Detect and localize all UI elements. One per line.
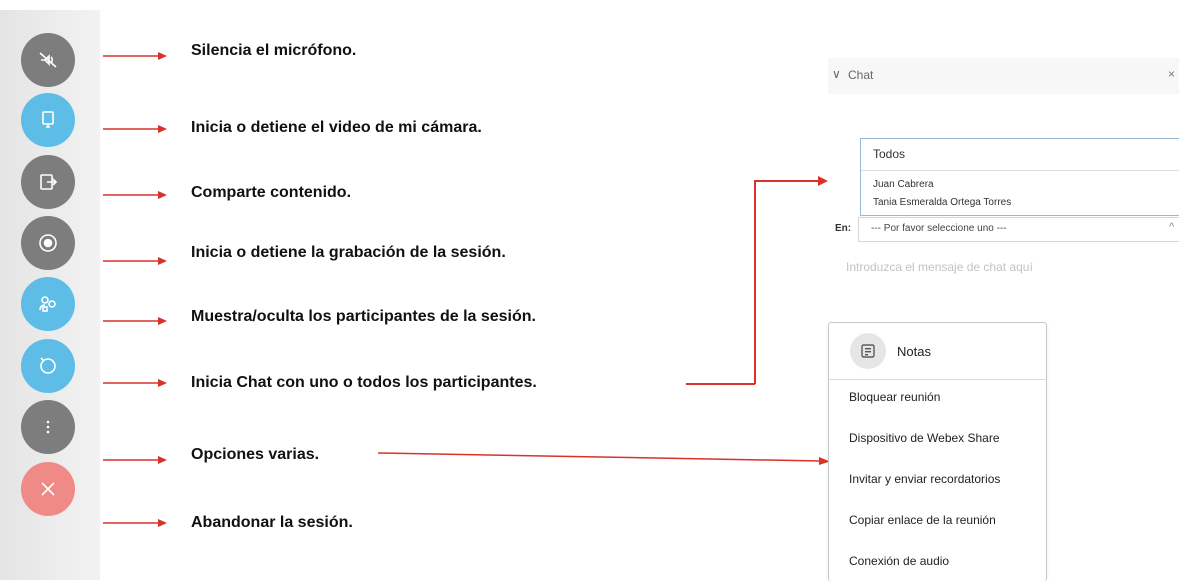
connector-line [754, 180, 756, 384]
recipient-list: Todos Juan Cabrera Tania Esmeralda Orteg… [860, 138, 1179, 216]
leave-icon [41, 482, 55, 496]
notes-icon[interactable] [850, 333, 886, 369]
participants-icon [39, 296, 56, 312]
video-button[interactable] [21, 93, 75, 147]
recipient-select[interactable]: --- Por favor seleccione uno --- ^ [858, 217, 1179, 242]
menu-item-invite[interactable]: Invitar y enviar recordatorios [849, 472, 1000, 486]
to-label: En: [835, 223, 852, 234]
mic-muted-icon [39, 52, 57, 68]
divider [861, 170, 1179, 171]
control-label: Abandonar la sesión. [191, 514, 353, 531]
menu-item-audio-connection[interactable]: Conexión de audio [849, 554, 949, 568]
participants-button[interactable] [21, 277, 75, 331]
arrow-icon [103, 317, 167, 325]
chevron-down-icon[interactable]: ∨ [832, 67, 841, 81]
connector-line [754, 180, 820, 182]
connector-line [686, 383, 755, 385]
recipient-item[interactable]: Tania Esmeralda Ortega Torres [873, 197, 1011, 208]
options-menu: Notas Bloquear reunión Dispositivo de We… [828, 322, 1047, 581]
divider [829, 379, 1046, 380]
chat-icon [40, 357, 56, 374]
chat-button[interactable] [21, 339, 75, 393]
leave-session-button[interactable] [21, 462, 75, 516]
arrow-icon [103, 125, 167, 133]
recipient-item[interactable]: Juan Cabrera [873, 179, 934, 190]
menu-item-webex-share[interactable]: Dispositivo de Webex Share [849, 431, 1000, 445]
close-icon[interactable]: × [1168, 67, 1175, 81]
control-label: Inicia Chat con uno o todos los particip… [191, 374, 537, 391]
recipient-all[interactable]: Todos [873, 147, 905, 161]
share-content-button[interactable] [21, 155, 75, 209]
arrow-icon [103, 52, 167, 60]
mute-microphone-button[interactable] [21, 33, 75, 87]
chat-panel-header: ∨ Chat × [828, 58, 1179, 94]
record-icon [39, 234, 57, 252]
arrow-icon [103, 257, 167, 265]
share-icon [40, 174, 58, 190]
chat-message-input[interactable]: Introduzca el mensaje de chat aquí [846, 260, 1033, 274]
control-sidebar [0, 10, 100, 580]
control-label: Silencia el micrófono. [191, 42, 357, 59]
control-label: Inicia o detiene el video de mi cámara. [191, 119, 482, 136]
more-options-button[interactable] [21, 400, 75, 454]
chat-title: Chat [848, 68, 874, 82]
arrow-head-icon [818, 176, 828, 186]
control-label: Comparte contenido. [191, 184, 352, 201]
menu-item-lock-meeting[interactable]: Bloquear reunión [849, 390, 940, 404]
control-label: Inicia o detiene la grabación de la sesi… [191, 244, 506, 261]
arrow-icon [378, 452, 830, 465]
arrow-icon [103, 379, 167, 387]
recipient-select-value: --- Por favor seleccione uno --- [871, 223, 1007, 234]
chevron-up-icon: ^ [1169, 221, 1175, 233]
arrow-icon [103, 519, 167, 527]
control-label: Muestra/oculta los participantes de la s… [191, 308, 536, 325]
arrow-icon [103, 191, 167, 199]
more-options-icon [46, 420, 50, 434]
arrow-icon [103, 456, 167, 464]
notes-menu-item[interactable]: Notas [897, 344, 931, 359]
record-button[interactable] [21, 216, 75, 270]
control-label: Opciones varias. [191, 446, 320, 463]
menu-item-copy-link[interactable]: Copiar enlace de la reunión [849, 513, 996, 527]
camera-icon [42, 111, 54, 128]
